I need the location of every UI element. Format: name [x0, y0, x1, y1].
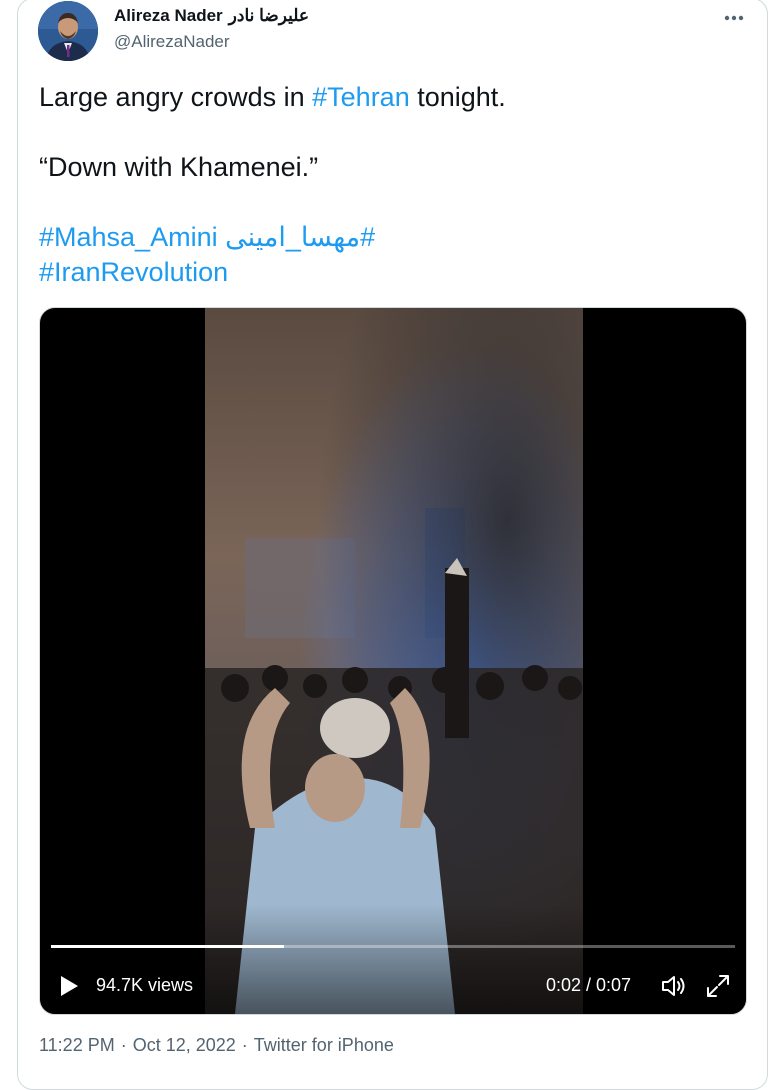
author-display-name[interactable]: Alireza Nader: [114, 6, 223, 26]
more-icon: [724, 15, 744, 21]
hashtag-mahsa-amini[interactable]: #Mahsa_Amini: [39, 222, 218, 252]
play-icon: [61, 976, 78, 996]
tweet-line-1-post: tonight.: [409, 82, 506, 112]
video-controls-shade: [40, 904, 746, 1014]
volume-icon: [662, 976, 685, 996]
more-button[interactable]: [722, 6, 746, 30]
fullscreen-icon: [707, 975, 729, 997]
video-player[interactable]: 94.7K views 0:02 / 0:07: [39, 307, 747, 1015]
tweet-date[interactable]: Oct 12, 2022: [133, 1035, 236, 1056]
tweet-source[interactable]: Twitter for iPhone: [254, 1035, 394, 1056]
tweet-meta: 11:22 PM · Oct 12, 2022 · Twitter for iP…: [39, 1035, 394, 1056]
volume-button[interactable]: [659, 972, 687, 1000]
author-display-name-fa[interactable]: علیرضا نادر: [229, 6, 309, 26]
tweet-quote: “Down with Khamenei.”: [39, 152, 319, 182]
hashtag-iran-revolution[interactable]: #IranRevolution: [39, 257, 228, 287]
video-time: 0:02 / 0:07: [546, 975, 632, 995]
meta-separator-2: ·: [241, 1035, 248, 1055]
tweet-line-1-pre: Large angry crowds in: [39, 82, 313, 112]
tweet-hashtags-line-2: #IranRevolution: [39, 255, 739, 290]
hashtag-mahsa-amini-fa[interactable]: #مهسا_امینی: [225, 222, 375, 252]
avatar-image: [38, 1, 98, 61]
tweet-line-1: Large angry crowds in #Tehran tonight.: [39, 80, 739, 115]
tweet-time[interactable]: 11:22 PM: [39, 1035, 115, 1056]
avatar[interactable]: [38, 1, 98, 61]
author-handle[interactable]: @AlirezaNader: [114, 32, 230, 52]
hashtag-tehran[interactable]: #Tehran: [312, 82, 410, 112]
tweet-hashtags-line: #Mahsa_Amini #مهسا_امینی: [39, 220, 739, 255]
video-progress-fill: [51, 945, 284, 948]
fullscreen-button[interactable]: [704, 972, 732, 1000]
video-progress-bar[interactable]: [51, 945, 735, 948]
author-name-row[interactable]: Alireza Nader علیرضا نادر: [114, 6, 309, 26]
play-button[interactable]: [56, 973, 82, 999]
meta-separator: ·: [120, 1035, 127, 1055]
video-views: 94.7K views: [96, 975, 194, 995]
tweet-text: Large angry crowds in #Tehran tonight. “…: [39, 80, 739, 290]
